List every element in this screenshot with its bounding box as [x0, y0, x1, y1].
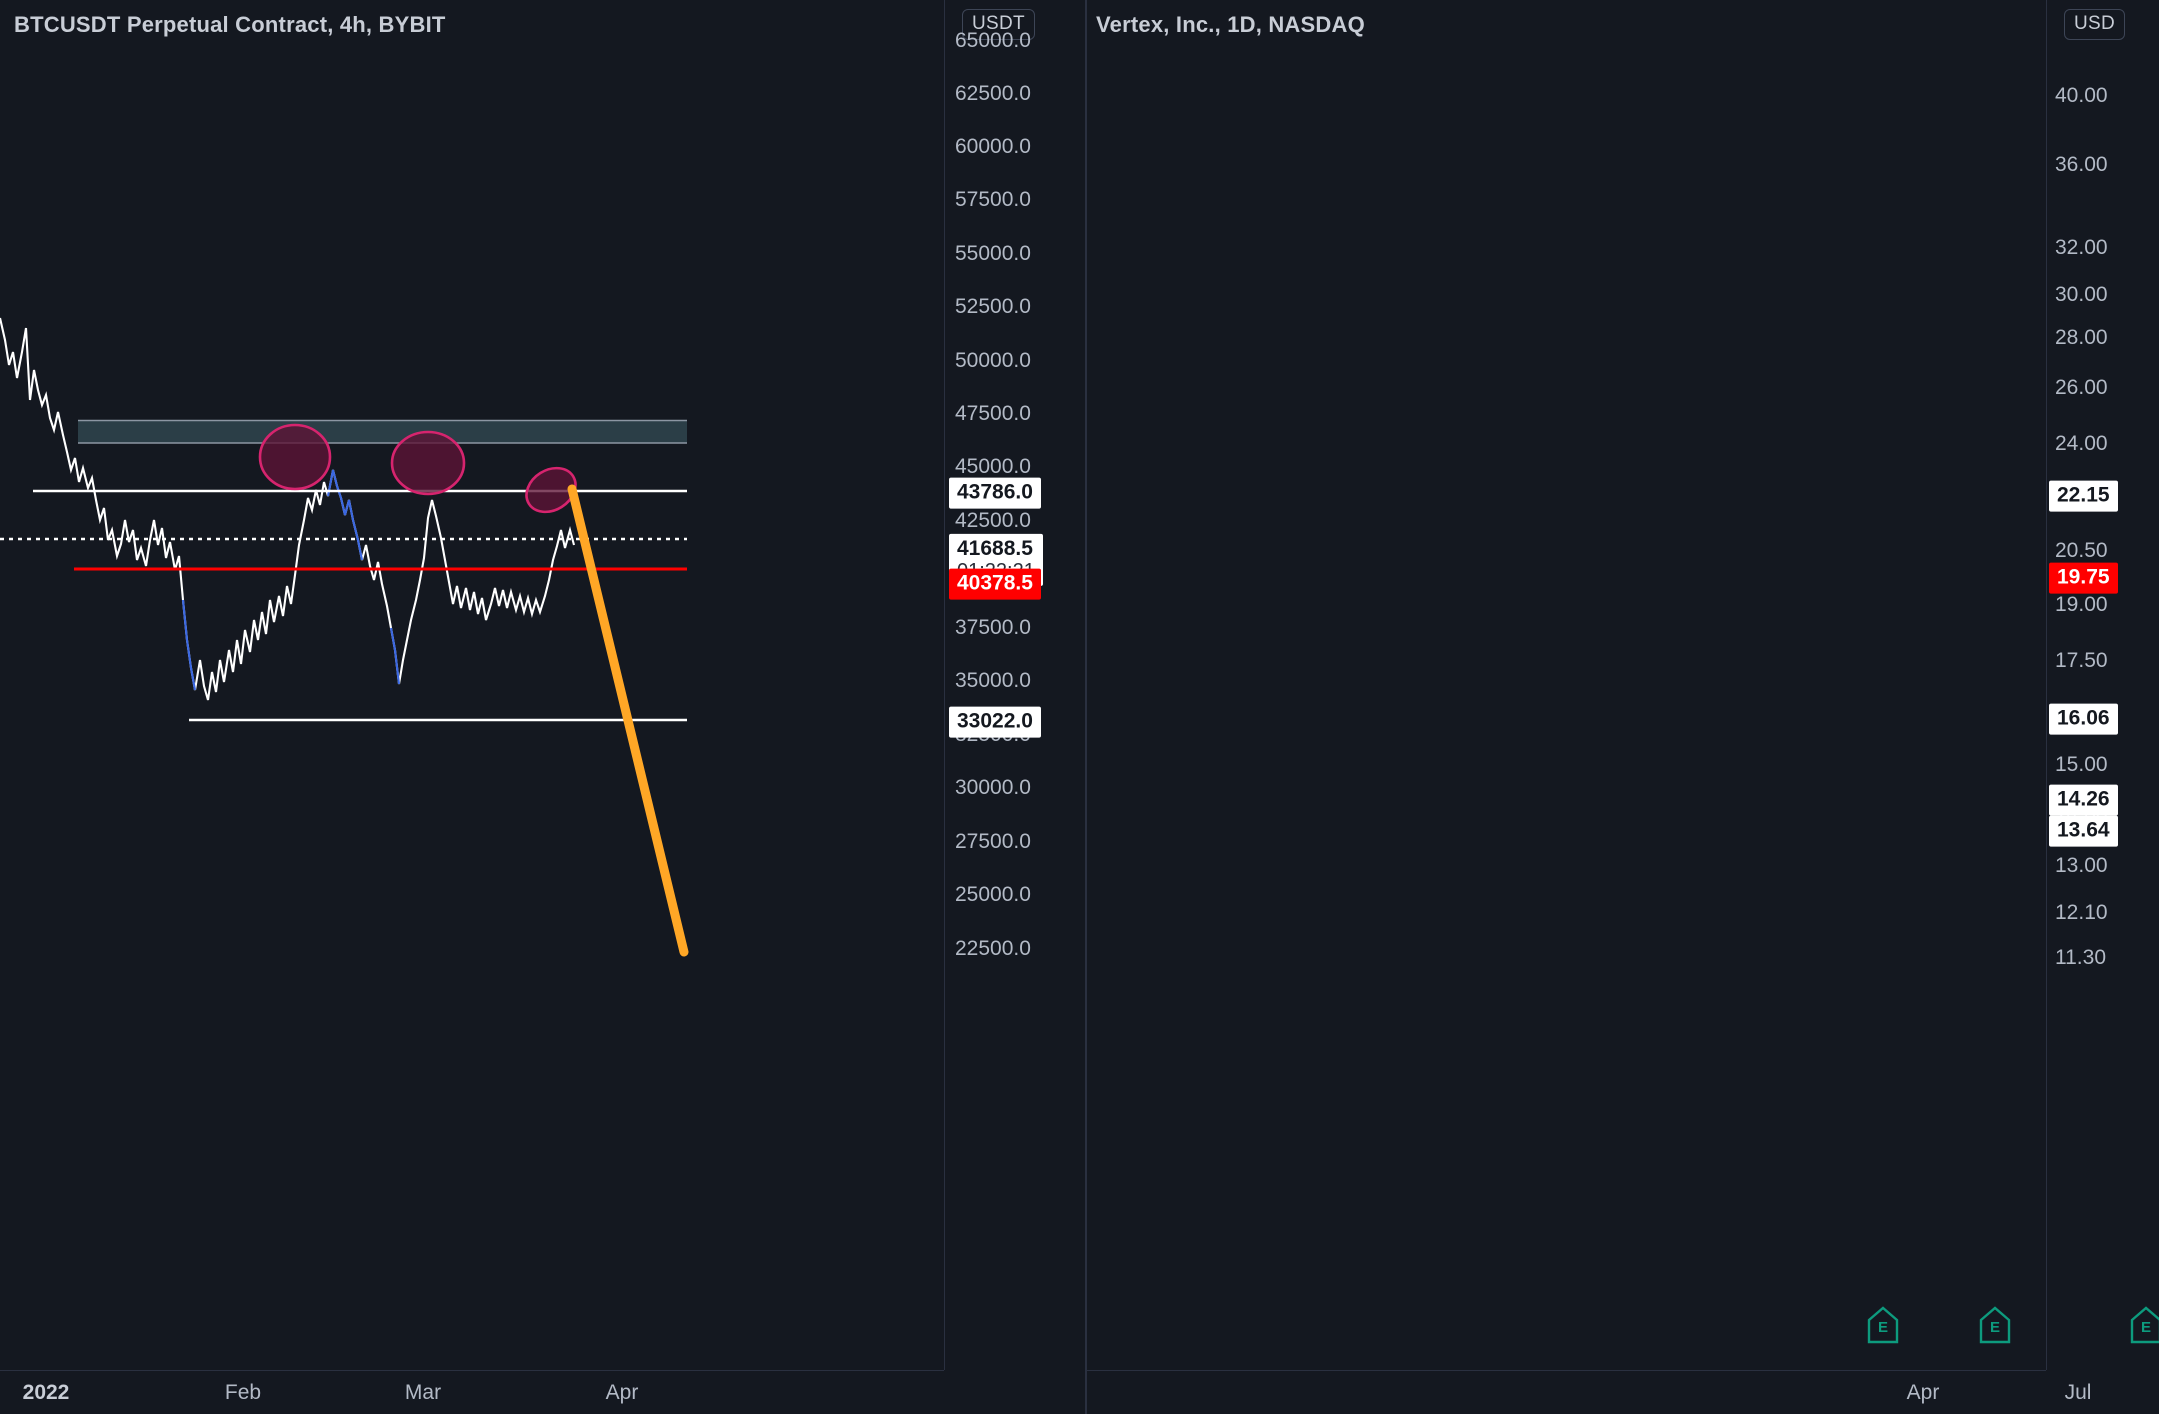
price-tick: 36.00 [2055, 153, 2108, 176]
resistance-price-value: 22.15 [2057, 483, 2110, 507]
support-price-tag[interactable]: 16.06 [2049, 703, 2118, 735]
time-tick: Feb [224, 1381, 262, 1404]
last-price-value: 13.64 [2057, 818, 2110, 842]
svg-text:E: E [1878, 1319, 1888, 1336]
price-tick: 13.00 [2055, 854, 2108, 877]
dotted-level-tag[interactable]: 14.26 [2049, 784, 2118, 816]
dotted-level-value: 14.26 [2057, 787, 2110, 811]
price-tick: 19.00 [2055, 593, 2108, 616]
price-tick: 52500.0 [955, 295, 1031, 318]
support-price-value: 16.06 [2057, 706, 2110, 730]
price-tick: 12.10 [2055, 901, 2108, 924]
price-tick: 35000.0 [955, 669, 1031, 692]
price-tick: 60000.0 [955, 135, 1031, 158]
price-scale-right[interactable]: USD 40.00 36.00 32.00 30.00 28.00 26.00 … [2046, 0, 2159, 1370]
price-series-left [0, 317, 576, 701]
earnings-marker-icon[interactable]: E [1866, 1305, 1900, 1345]
plot-area-left[interactable] [0, 0, 944, 1370]
last-price-value: 41688.5 [957, 536, 1033, 560]
red-level-tag[interactable]: 40378.5 [949, 568, 1041, 600]
red-level-tag[interactable]: 19.75 [2049, 562, 2118, 594]
price-tick: 62500.0 [955, 82, 1031, 105]
time-scale-left[interactable]: 2022 Feb Mar Apr [0, 1370, 944, 1414]
last-price-tag[interactable]: 13.64 [2049, 815, 2118, 847]
price-tick: 15.00 [2055, 753, 2108, 776]
chart-title-right: Vertex, Inc., 1D, NASDAQ [1096, 12, 1365, 37]
price-tick: 30000.0 [955, 776, 1031, 799]
time-tick: Apr [1906, 1381, 1940, 1404]
time-scale-right[interactable]: Apr Jul Oct 2022 [1087, 1370, 2091, 1414]
chart-canvas-left [0, 317, 689, 957]
price-tick: 11.30 [2055, 946, 2106, 969]
currency-badge-usd[interactable]: USD [2064, 9, 2126, 40]
price-tick: 32.00 [2055, 236, 2108, 259]
time-tick: 2022 [22, 1381, 70, 1404]
price-tick: 47500.0 [955, 402, 1031, 425]
red-level-value: 40378.5 [957, 571, 1033, 595]
price-tick: 55000.0 [955, 242, 1031, 265]
support-price-value: 33022.0 [957, 709, 1033, 733]
rejection-ellipse [390, 430, 466, 496]
price-scale-left[interactable]: USDT 65000.0 62500.0 60000.0 57500.0 550… [944, 0, 1087, 1370]
svg-text:E: E [1990, 1319, 2000, 1336]
price-tick: 57500.0 [955, 188, 1031, 211]
chart-panel-left[interactable]: BTCUSDT Perpetual Contract, 4h, BYBIT 20… [0, 0, 944, 1414]
price-tick: 30.00 [2055, 283, 2108, 306]
price-tick: 65000.0 [955, 29, 1031, 52]
price-tick: 28.00 [2055, 326, 2108, 349]
chart-panel-right[interactable]: Vertex, Inc., 1D, NASDAQ E E E [1087, 0, 2159, 1414]
price-tick: 45000.0 [955, 455, 1031, 478]
price-series-down-segments-left [181, 469, 401, 691]
tradingview-dual-chart: BTCUSDT Perpetual Contract, 4h, BYBIT 20… [0, 0, 2159, 1414]
resistance-price-tag[interactable]: 22.15 [2049, 480, 2118, 512]
price-tick: 40.00 [2055, 84, 2108, 107]
price-tick: 22500.0 [955, 937, 1031, 960]
resistance-price-tag[interactable]: 43786.0 [949, 477, 1041, 509]
time-tick: Mar [404, 1381, 442, 1404]
price-tick: 20.50 [2055, 539, 2108, 562]
price-tick: 26.00 [2055, 376, 2108, 399]
price-tick: 27500.0 [955, 830, 1031, 853]
red-level-value: 19.75 [2057, 565, 2110, 589]
resistance-price-value: 43786.0 [957, 480, 1033, 504]
earnings-marker-icon[interactable]: E [1978, 1305, 2012, 1345]
time-tick: Jul [2064, 1381, 2092, 1404]
time-tick: Apr [605, 1381, 639, 1404]
supply-zone-rect [78, 420, 687, 443]
price-tick: 42500.0 [955, 509, 1031, 532]
price-tick: 17.50 [2055, 649, 2108, 672]
price-tick: 25000.0 [955, 883, 1031, 906]
rejection-ellipse [258, 423, 332, 491]
support-price-tag[interactable]: 33022.0 [949, 706, 1041, 738]
price-tick: 24.00 [2055, 432, 2108, 455]
price-tick: 37500.0 [955, 616, 1031, 639]
price-tick: 50000.0 [955, 349, 1031, 372]
